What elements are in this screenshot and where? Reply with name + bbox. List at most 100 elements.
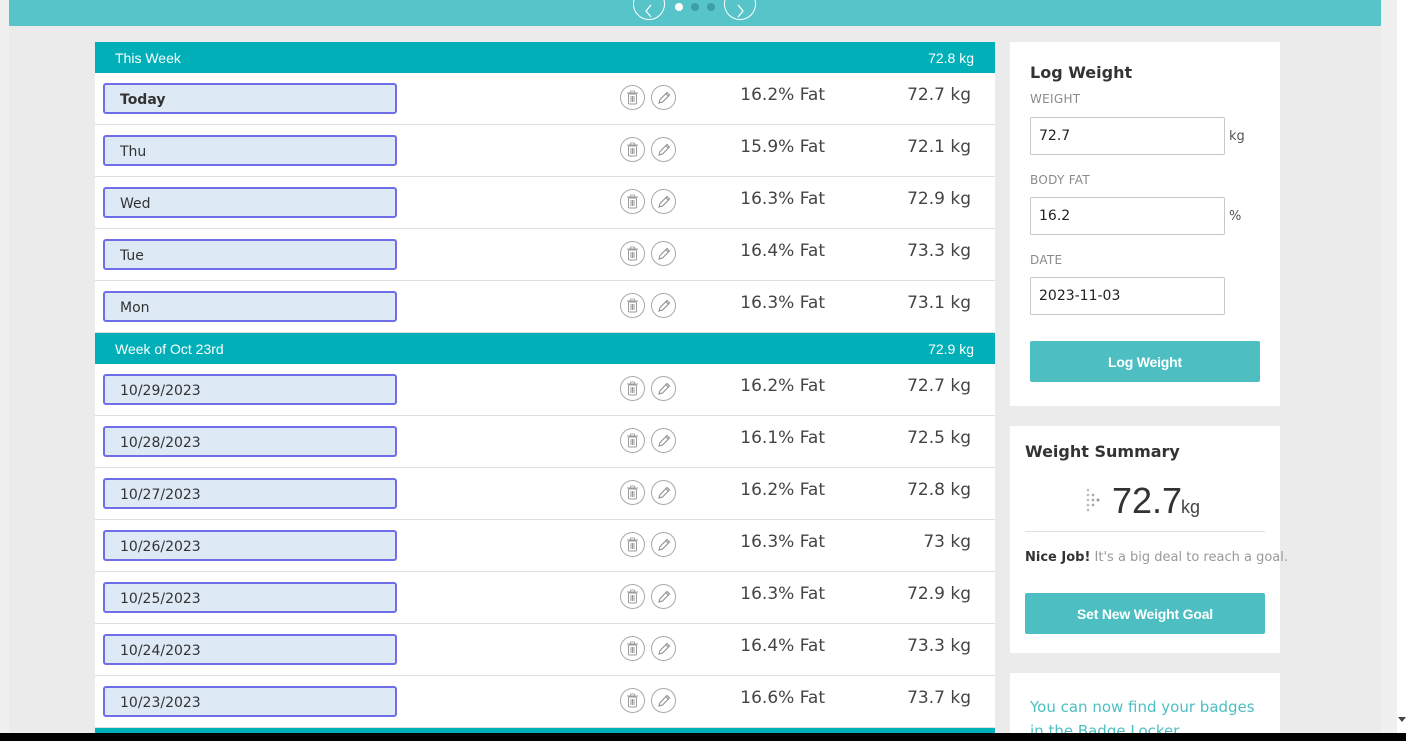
log-weight-button[interactable]: Log Weight <box>1030 341 1260 382</box>
pencil-icon <box>657 694 671 708</box>
entry-weight: 73.1 kg <box>907 293 971 313</box>
carousel-next-button[interactable] <box>724 0 756 20</box>
date-input[interactable] <box>1030 277 1225 315</box>
pencil-icon <box>657 538 671 552</box>
edit-entry-button[interactable] <box>651 137 676 162</box>
entry-weight: 73 kg <box>923 532 971 552</box>
edit-entry-button[interactable] <box>651 688 676 713</box>
pencil-icon <box>657 247 671 261</box>
weight-input[interactable] <box>1030 117 1225 155</box>
edit-entry-button[interactable] <box>651 293 676 318</box>
trash-icon <box>626 589 639 604</box>
entry-date-field[interactable]: Thu <box>103 135 397 166</box>
week-average: 72.9 kg <box>928 341 974 357</box>
delete-entry-button[interactable] <box>620 189 645 214</box>
entry-date-field[interactable]: Today <box>103 83 397 114</box>
entry-date-field[interactable]: 10/27/2023 <box>103 478 397 509</box>
delete-entry-button[interactable] <box>620 584 645 609</box>
weight-entry-row: 10/28/2023 16.1% Fat 72.5 kg <box>95 416 995 468</box>
trash-icon <box>626 246 639 261</box>
edit-entry-button[interactable] <box>651 241 676 266</box>
summary-weight-unit: kg <box>1181 497 1201 517</box>
badge-locker-link[interactable]: You can now find your badges in the Badg… <box>1030 695 1270 733</box>
edit-entry-button[interactable] <box>651 532 676 557</box>
entry-date-field[interactable]: 10/23/2023 <box>103 686 397 717</box>
pencil-icon <box>657 486 671 500</box>
chevron-left-icon <box>645 4 652 18</box>
delete-entry-button[interactable] <box>620 241 645 266</box>
edit-entry-button[interactable] <box>651 584 676 609</box>
entry-body-fat: 16.2% Fat <box>740 480 825 500</box>
entry-date-field[interactable]: Tue <box>103 239 397 270</box>
summary-weight-value: 72.7 <box>1112 480 1183 521</box>
entry-body-fat: 16.2% Fat <box>740 85 825 105</box>
edit-entry-button[interactable] <box>651 376 676 401</box>
pencil-icon <box>657 91 671 105</box>
delete-entry-button[interactable] <box>620 480 645 505</box>
carousel-dot-3[interactable] <box>707 3 715 11</box>
edit-entry-button[interactable] <box>651 189 676 214</box>
carousel-dot-2[interactable] <box>691 3 699 11</box>
entry-weight: 72.9 kg <box>907 584 971 604</box>
weight-entry-row: 10/25/2023 16.3% Fat 72.9 kg <box>95 572 995 624</box>
carousel-dot-1[interactable] <box>675 3 683 11</box>
set-weight-goal-button[interactable]: Set New Weight Goal <box>1025 593 1265 634</box>
week-average: 72.8 kg <box>928 50 974 66</box>
delete-entry-button[interactable] <box>620 428 645 453</box>
trash-icon <box>626 433 639 448</box>
log-weight-card: Log Weight WEIGHT kg BODY FAT % DATE Log… <box>1010 42 1280 406</box>
delete-entry-button[interactable] <box>620 137 645 162</box>
delete-entry-button[interactable] <box>620 532 645 557</box>
delete-entry-button[interactable] <box>620 376 645 401</box>
entry-date-field[interactable]: 10/29/2023 <box>103 374 397 405</box>
edit-entry-button[interactable] <box>651 428 676 453</box>
trash-icon <box>626 142 639 157</box>
trash-icon <box>626 693 639 708</box>
edit-entry-button[interactable] <box>651 480 676 505</box>
entry-weight: 72.1 kg <box>907 137 971 157</box>
pencil-icon <box>657 382 671 396</box>
weight-entry-row: 10/29/2023 16.2% Fat 72.7 kg <box>95 364 995 416</box>
weight-unit: kg <box>1229 129 1245 144</box>
scrollbar[interactable] <box>1397 0 1406 733</box>
entry-date-field[interactable]: 10/24/2023 <box>103 634 397 665</box>
entry-date-field[interactable]: 10/25/2023 <box>103 582 397 613</box>
weight-log-list: This Week 72.8 kg Today 16.2% Fat 72.7 kg Thu… <box>95 42 995 733</box>
entry-body-fat: 16.3% Fat <box>740 532 825 552</box>
delete-entry-button[interactable] <box>620 636 645 661</box>
entry-date-field[interactable]: Mon <box>103 291 397 322</box>
entry-body-fat: 16.3% Fat <box>740 189 825 209</box>
entry-weight: 73.3 kg <box>907 241 971 261</box>
delete-entry-button[interactable] <box>620 688 645 713</box>
pencil-icon <box>657 195 671 209</box>
trash-icon <box>626 537 639 552</box>
weight-label: WEIGHT <box>1030 92 1081 106</box>
pencil-icon <box>657 590 671 604</box>
body-fat-unit: % <box>1229 209 1242 224</box>
delete-entry-button[interactable] <box>620 293 645 318</box>
entry-body-fat: 15.9% Fat <box>740 137 825 157</box>
edit-entry-button[interactable] <box>651 85 676 110</box>
edit-entry-button[interactable] <box>651 636 676 661</box>
weight-entry-row: Today 16.2% Fat 72.7 kg <box>95 73 995 125</box>
scroll-down-arrow-icon[interactable] <box>1398 717 1406 722</box>
fitbit-icon <box>1086 488 1100 512</box>
weight-entry-row: 10/26/2023 16.3% Fat 73 kg <box>95 520 995 572</box>
body-fat-input[interactable] <box>1030 197 1225 235</box>
delete-entry-button[interactable] <box>620 85 645 110</box>
summary-divider <box>1025 531 1265 532</box>
pencil-icon <box>657 143 671 157</box>
summary-message: Nice Job! It's a big deal to reach a goa… <box>1025 550 1288 565</box>
entry-date-field[interactable]: 10/28/2023 <box>103 426 397 457</box>
entry-body-fat: 16.4% Fat <box>740 636 825 656</box>
weight-entry-row: Wed 16.3% Fat 72.9 kg <box>95 177 995 229</box>
entry-date-field[interactable]: 10/26/2023 <box>103 530 397 561</box>
carousel-bar <box>9 0 1381 26</box>
entry-date-field[interactable]: Wed <box>103 187 397 218</box>
weight-entry-row: 10/27/2023 16.2% Fat 72.8 kg <box>95 468 995 520</box>
weight-summary-title: Weight Summary <box>1025 442 1180 461</box>
trash-icon <box>626 90 639 105</box>
week-title: This Week <box>115 50 181 66</box>
carousel-prev-button[interactable] <box>633 0 665 20</box>
pencil-icon <box>657 642 671 656</box>
